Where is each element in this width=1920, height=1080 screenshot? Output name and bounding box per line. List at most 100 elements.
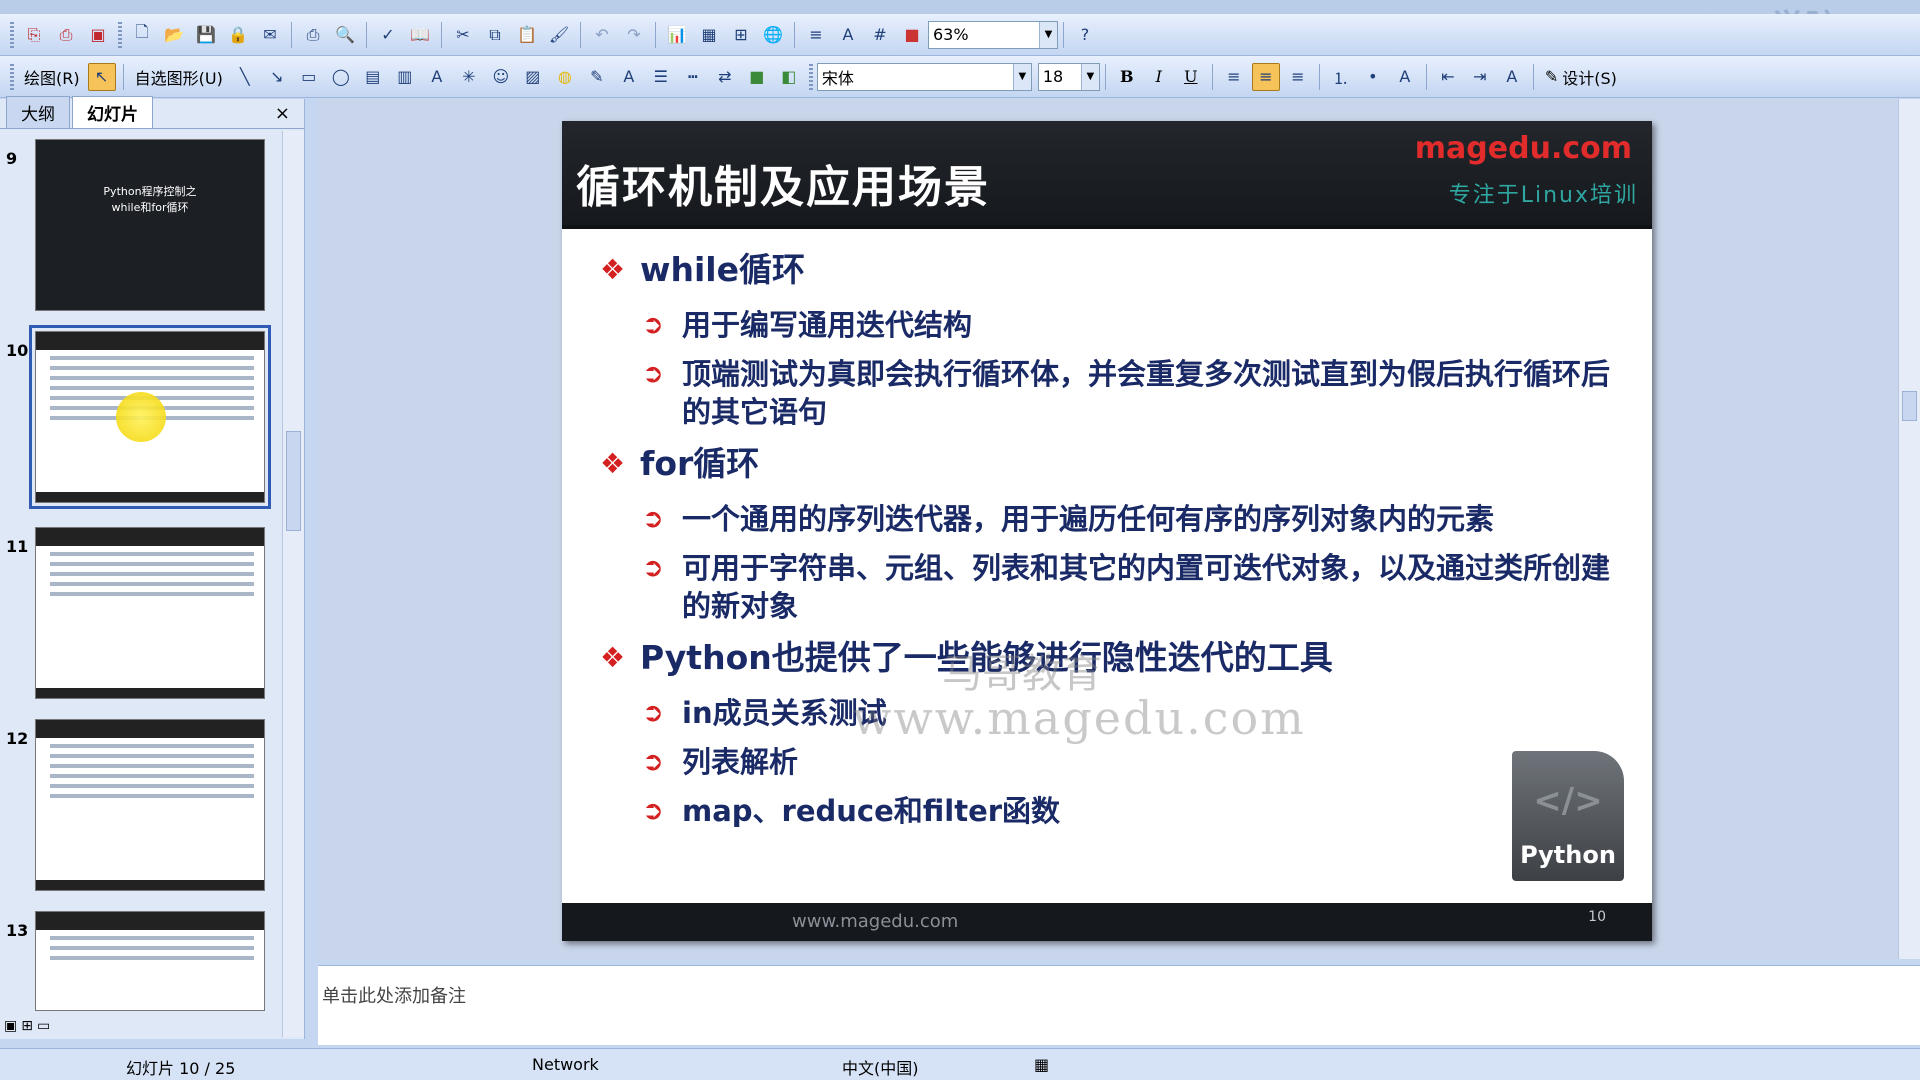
slide-thumbnail[interactable]: Python程序控制之 while和for循环 [35,139,265,311]
align-right-icon[interactable]: ≡ [1284,63,1312,91]
thumbnail-line [50,366,254,370]
notes-placeholder[interactable]: 单击此处添加备注 [322,982,466,1008]
toolbar-grip[interactable] [808,63,813,90]
bullets-icon[interactable]: • [1359,63,1387,91]
thumbnail-line [50,376,254,380]
shadow-icon[interactable]: ■ [743,63,771,91]
line-color-icon[interactable]: ✎ [583,63,611,91]
permission-icon[interactable]: 🔒 [224,21,252,49]
sorter-view-icon[interactable]: ⊞ [21,1018,33,1034]
scrollbar-thumb[interactable] [286,431,301,531]
design-button[interactable]: ✎ 设计(S) [1539,63,1623,91]
diagram-icon[interactable]: ✳ [455,63,483,91]
undo-icon[interactable]: ↶ [588,21,616,49]
chevron-down-icon[interactable]: ▼ [1080,63,1099,90]
font-size-select[interactable]: 18 ▼ [1037,62,1100,91]
3d-icon[interactable]: ◧ [775,63,803,91]
line-icon[interactable]: ╲ [231,63,259,91]
slide-title[interactable]: 循环机制及应用场景 [576,151,990,215]
draw-menu-button[interactable]: 绘图(R) [18,63,86,91]
email-icon[interactable]: ✉ [256,21,284,49]
expand-all-icon[interactable]: ≡ [802,21,830,49]
toolbar-grip[interactable] [10,21,14,48]
hyperlink-icon[interactable]: 🌐 [759,21,787,49]
new-icon[interactable]: 🗋 [128,21,156,49]
autoshapes-menu-button[interactable]: 自选图形(U) [129,63,229,91]
insert-chart-icon[interactable]: 📊 [663,21,691,49]
slide-thumbnail[interactable] [35,911,265,1011]
textbox-icon[interactable]: ▤ [359,63,387,91]
help-icon[interactable]: ? [1071,21,1099,49]
copy-icon[interactable]: ⧉ [481,21,509,49]
picture-icon[interactable]: ▨ [519,63,547,91]
print-preview-icon[interactable]: 🔍 [331,21,359,49]
font-color2-icon[interactable]: A [1498,63,1526,91]
zoom-select[interactable]: 63% ▼ [928,20,1058,49]
title-strip [0,0,1920,14]
slides-pane-scrollbar[interactable] [282,131,304,1037]
grid-icon[interactable]: # [866,21,894,49]
cut-icon[interactable]: ✂ [449,21,477,49]
font-name-select[interactable]: 宋体 ▼ [816,62,1032,91]
paste-icon[interactable]: 📋 [513,21,541,49]
clipart-icon[interactable]: ☺ [487,63,515,91]
bullet-level2: ➲ 一个通用的序列迭代器，用于遍历任何有序的序列对象内的元素 [642,500,1622,538]
slide-thumbnail[interactable] [35,719,265,891]
bullet-text: map、reduce和filter函数 [682,794,1061,828]
print-icon[interactable]: ⎙ [299,21,327,49]
line-style-icon[interactable]: ☰ [647,63,675,91]
vertical-textbox-icon[interactable]: ▥ [391,63,419,91]
color-grayscale-icon[interactable]: ■ [898,21,926,49]
arrow-style-icon[interactable]: ⇄ [711,63,739,91]
tables-borders-icon[interactable]: ⊞ [727,21,755,49]
tab-outline[interactable]: 大纲 [6,96,70,128]
underline-button[interactable]: U [1177,63,1205,91]
research-icon[interactable]: 📖 [406,21,434,49]
font-color-icon[interactable]: A [615,63,643,91]
notes-pane[interactable]: 单击此处添加备注 [318,965,1920,1045]
spelling-icon[interactable]: ✓ [374,21,402,49]
format-painter-icon[interactable]: 🖌 [545,21,573,49]
redo-icon[interactable]: ↷ [620,21,648,49]
chevron-down-icon[interactable]: ▼ [1039,21,1057,48]
pdf-settings-icon[interactable]: ▣ [84,21,112,49]
decrease-indent-icon[interactable]: ⇤ [1434,63,1462,91]
wordart-icon[interactable]: A [423,63,451,91]
show-formatting-icon[interactable]: A [834,21,862,49]
close-icon[interactable]: × [275,103,290,124]
chevron-down-icon[interactable]: ▼ [1012,63,1031,90]
save-icon[interactable]: 💾 [192,21,220,49]
bullet-level2: ➲ 列表解析 [642,743,1622,781]
pdf-icon[interactable]: ⎘ [20,21,48,49]
increase-indent-icon[interactable]: ⇥ [1466,63,1494,91]
arrow-icon[interactable]: ↘ [263,63,291,91]
oval-icon[interactable]: ◯ [327,63,355,91]
rectangle-icon[interactable]: ▭ [295,63,323,91]
bold-button[interactable]: B [1113,63,1141,91]
toolbar-grip[interactable] [10,63,14,90]
fill-color-icon[interactable]: ◍ [551,63,579,91]
slide-thumbnail-selected[interactable] [29,325,271,509]
bullet-level2: ➲ map、reduce和filter函数 [642,792,1622,830]
separator [291,21,292,48]
slide-canvas[interactable]: 循环机制及应用场景 magedu.com 专注于Linux培训 ❖ while循环… [562,121,1652,941]
align-left-icon[interactable]: ≡ [1220,63,1248,91]
tab-slides[interactable]: 幻灯片 [72,96,153,128]
select-objects-icon[interactable]: ↖ [87,62,116,91]
scrollbar-thumb[interactable] [1902,391,1917,421]
dash-style-icon[interactable]: ┅ [679,63,707,91]
thumbnail-line [50,582,254,586]
open-icon[interactable]: 📂 [160,21,188,49]
separator [1211,63,1213,90]
slide-thumbnail[interactable] [35,527,265,699]
slideshow-view-icon[interactable]: ▭ [37,1018,50,1034]
align-center-icon[interactable]: ≡ [1251,62,1280,91]
italic-button[interactable]: I [1145,63,1173,91]
toolbar-grip[interactable] [118,21,122,48]
numbering-icon[interactable]: ⒈ [1327,63,1355,91]
pdf-convert-icon[interactable]: ⎙ [52,21,80,49]
main-scrollbar[interactable] [1898,99,1920,959]
insert-table-icon[interactable]: ▦ [695,21,723,49]
normal-view-icon[interactable]: ▣ [4,1018,17,1034]
increase-font-icon[interactable]: A [1391,63,1419,91]
